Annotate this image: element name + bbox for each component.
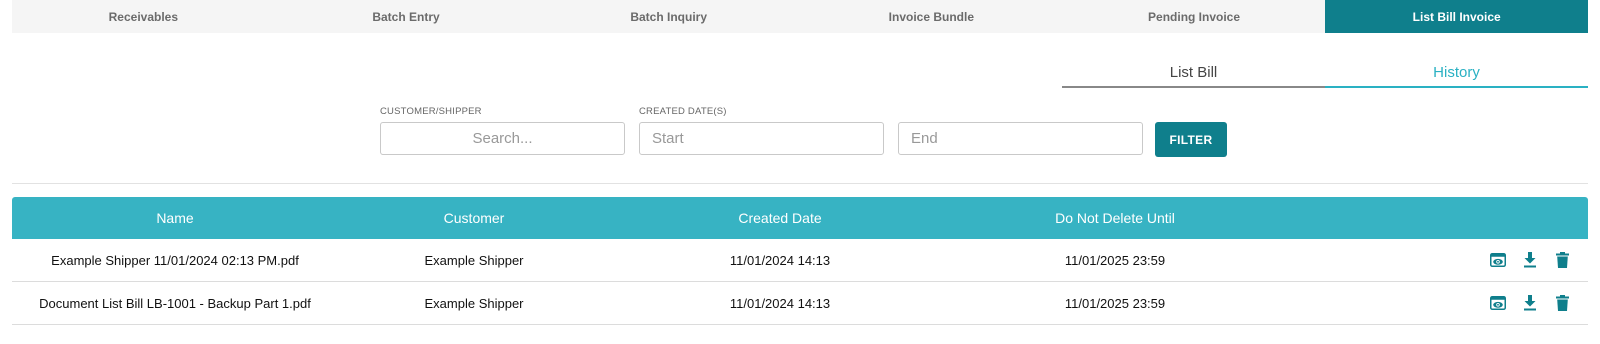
end-date-input[interactable]	[898, 122, 1143, 155]
table-row: Document List Bill LB-1001 - Backup Part…	[12, 282, 1588, 325]
history-table: Name Customer Created Date Do Not Delete…	[12, 197, 1588, 325]
trash-icon[interactable]	[1546, 248, 1578, 272]
subtab-list-bill[interactable]: List Bill	[1062, 58, 1325, 88]
tab-invoice-bundle[interactable]: Invoice Bundle	[800, 0, 1063, 33]
tab-batch-entry[interactable]: Batch Entry	[275, 0, 538, 33]
cell-created-date: 11/01/2024 14:13	[729, 252, 831, 268]
row-actions	[1482, 239, 1582, 281]
cell-do-not-delete-until: 11/01/2025 23:59	[1064, 295, 1166, 311]
view-icon[interactable]	[1482, 291, 1514, 315]
customer-filter-label: CUSTOMER/SHIPPER	[380, 106, 482, 117]
cell-name: Document List Bill LB-1001 - Backup Part…	[39, 295, 311, 311]
trash-icon[interactable]	[1546, 291, 1578, 315]
table-row: Example Shipper 11/01/2024 02:13 PM.pdf …	[12, 239, 1588, 282]
download-icon[interactable]	[1514, 291, 1546, 315]
start-date-input[interactable]	[639, 122, 884, 155]
cell-customer: Example Shipper	[424, 295, 524, 311]
column-header-created-date: Created Date	[738, 210, 822, 226]
tab-list-bill-invoice[interactable]: List Bill Invoice	[1325, 0, 1589, 33]
customer-search-input[interactable]	[380, 122, 625, 155]
filter-button[interactable]: FILTER	[1155, 122, 1227, 157]
column-header-name: Name	[156, 210, 194, 226]
cell-created-date: 11/01/2024 14:13	[729, 295, 831, 311]
cell-do-not-delete-until: 11/01/2025 23:59	[1064, 252, 1166, 268]
tab-pending-invoice[interactable]: Pending Invoice	[1063, 0, 1326, 33]
tab-receivables[interactable]: Receivables	[12, 0, 275, 33]
tab-batch-inquiry[interactable]: Batch Inquiry	[537, 0, 800, 33]
cell-customer: Example Shipper	[424, 252, 524, 268]
subtab-history[interactable]: History	[1325, 58, 1588, 88]
created-date-label: CREATED DATE(S)	[639, 106, 727, 117]
column-header-customer: Customer	[443, 210, 505, 226]
view-icon[interactable]	[1482, 248, 1514, 272]
table-header: Name Customer Created Date Do Not Delete…	[12, 197, 1588, 239]
cell-name: Example Shipper 11/01/2024 02:13 PM.pdf	[51, 252, 299, 268]
subtab-bar: List Bill History	[1062, 58, 1588, 88]
top-nav: Receivables Batch Entry Batch Inquiry In…	[12, 0, 1589, 33]
row-actions	[1482, 282, 1582, 324]
download-icon[interactable]	[1514, 248, 1546, 272]
divider	[12, 183, 1588, 184]
column-header-do-not-delete-until: Do Not Delete Until	[1055, 210, 1175, 226]
